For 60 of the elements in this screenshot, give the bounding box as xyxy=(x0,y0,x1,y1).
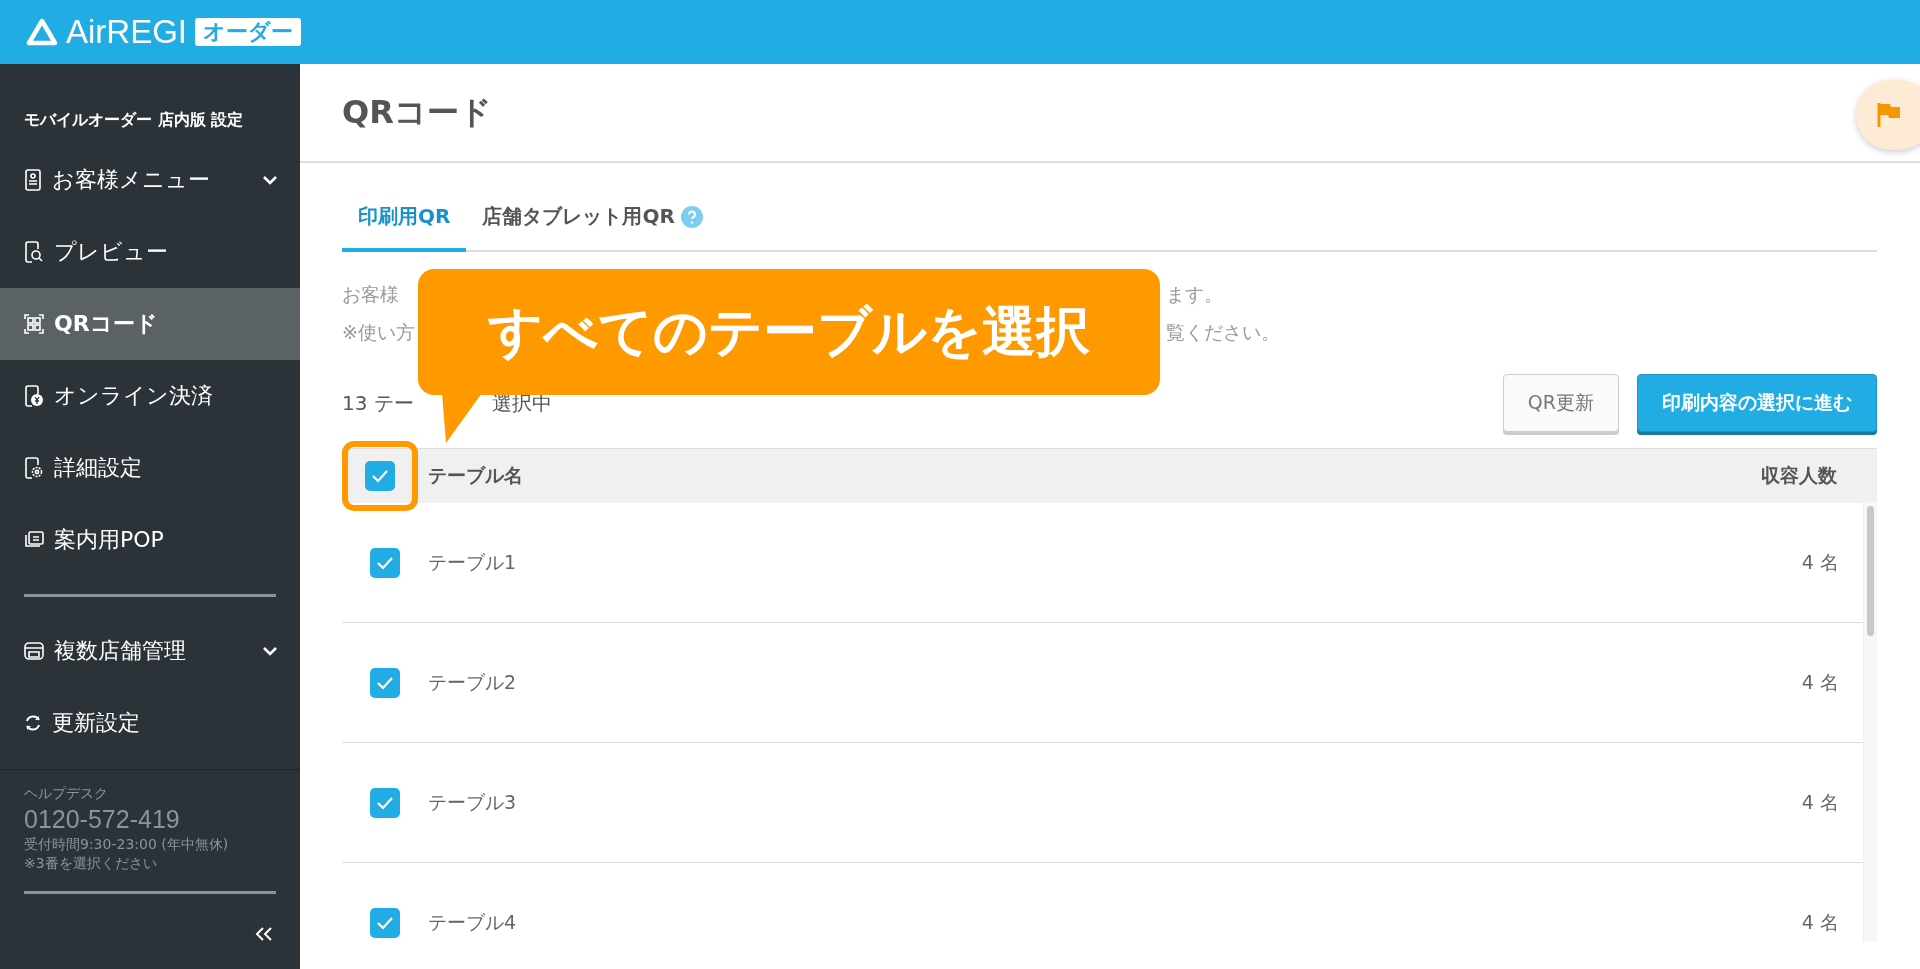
table-cell-text: 4 名 xyxy=(1801,909,1839,935)
flag-icon xyxy=(1876,101,1902,129)
tab[interactable]: 店舗タブレット用QR xyxy=(466,185,719,252)
qr-code-icon xyxy=(24,314,44,334)
description-text: 覧ください。 xyxy=(1166,320,1280,345)
table-cell-text: テーブル1 xyxy=(428,549,517,575)
check-icon xyxy=(376,915,394,930)
row-checkbox[interactable] xyxy=(370,907,400,938)
check-icon xyxy=(371,469,389,483)
logo-badge: オーダー xyxy=(195,18,301,46)
table-cell-text: テーブル4 xyxy=(428,909,517,935)
page-title: QRコード xyxy=(342,91,492,133)
select-all-checkbox[interactable] xyxy=(365,461,395,491)
sidebar-item[interactable]: 案内用POP xyxy=(0,504,300,576)
sidebar-item[interactable]: 更新設定 xyxy=(0,687,300,759)
phone-search-icon xyxy=(24,241,44,263)
row-checkbox[interactable] xyxy=(370,787,400,818)
logo-icon xyxy=(26,18,58,46)
sidebar-item[interactable]: 複数店舗管理 xyxy=(0,615,300,687)
helpdesk-phone: 0120-572-419 xyxy=(24,804,181,835)
table-cell-text: テーブル3 xyxy=(428,789,517,815)
row-checkbox[interactable] xyxy=(370,547,400,578)
sidebar-item[interactable]: プレビュー xyxy=(0,216,300,288)
table-cell-text: テーブル2 xyxy=(428,669,517,695)
logo-text: AirREGI xyxy=(66,13,187,51)
helpdesk-note: ※3番を選択ください xyxy=(24,854,158,873)
check-icon xyxy=(376,555,394,570)
selected-count: 13 テー xyxy=(342,389,414,417)
cards-icon xyxy=(24,531,44,549)
refresh-icon xyxy=(24,714,42,732)
phone-gear-icon xyxy=(24,457,44,479)
description-text: お客様 xyxy=(342,282,399,307)
row-checkbox[interactable] xyxy=(370,667,400,698)
collapse-icon[interactable] xyxy=(254,926,274,942)
helpdesk-hours: 受付時間9:30-23:00 (年中無休) xyxy=(24,835,230,854)
check-icon xyxy=(376,795,394,810)
description-text: ます。 xyxy=(1166,282,1223,307)
table-cell-text: 4 名 xyxy=(1801,789,1839,815)
scrollbar-thumb[interactable] xyxy=(1867,506,1874,636)
table-cell-text: 4 名 xyxy=(1801,669,1839,695)
tab[interactable]: 印刷用QR xyxy=(342,185,467,252)
phone-yen-icon xyxy=(24,385,44,407)
sidebar-item[interactable]: QRコード xyxy=(0,288,300,360)
flag-button[interactable] xyxy=(1856,80,1920,150)
callout: すべてのテーブルを選択 xyxy=(418,269,1160,395)
check-icon xyxy=(376,675,394,690)
sidebar-item[interactable]: 詳細設定 xyxy=(0,432,300,504)
update-button[interactable]: QR更新 xyxy=(1502,374,1619,432)
help-icon[interactable] xyxy=(680,205,703,228)
sidebar-item[interactable]: お客様メニュー xyxy=(0,144,300,216)
sidebar-item[interactable]: オンライン決済 xyxy=(0,360,300,432)
callout-pointer xyxy=(442,393,482,445)
sidebar-title: モバイルオーダー 店内版 設定 xyxy=(23,109,245,131)
phone-icon xyxy=(24,169,42,191)
column-header: 収容人数 xyxy=(1761,463,1837,488)
helpdesk-label: ヘルプデスク xyxy=(24,784,109,803)
store-icon xyxy=(24,642,44,660)
description-text: ※使い方 xyxy=(342,320,415,345)
table-cell-text: 4 名 xyxy=(1801,549,1839,575)
column-header: テーブル名 xyxy=(428,463,523,488)
